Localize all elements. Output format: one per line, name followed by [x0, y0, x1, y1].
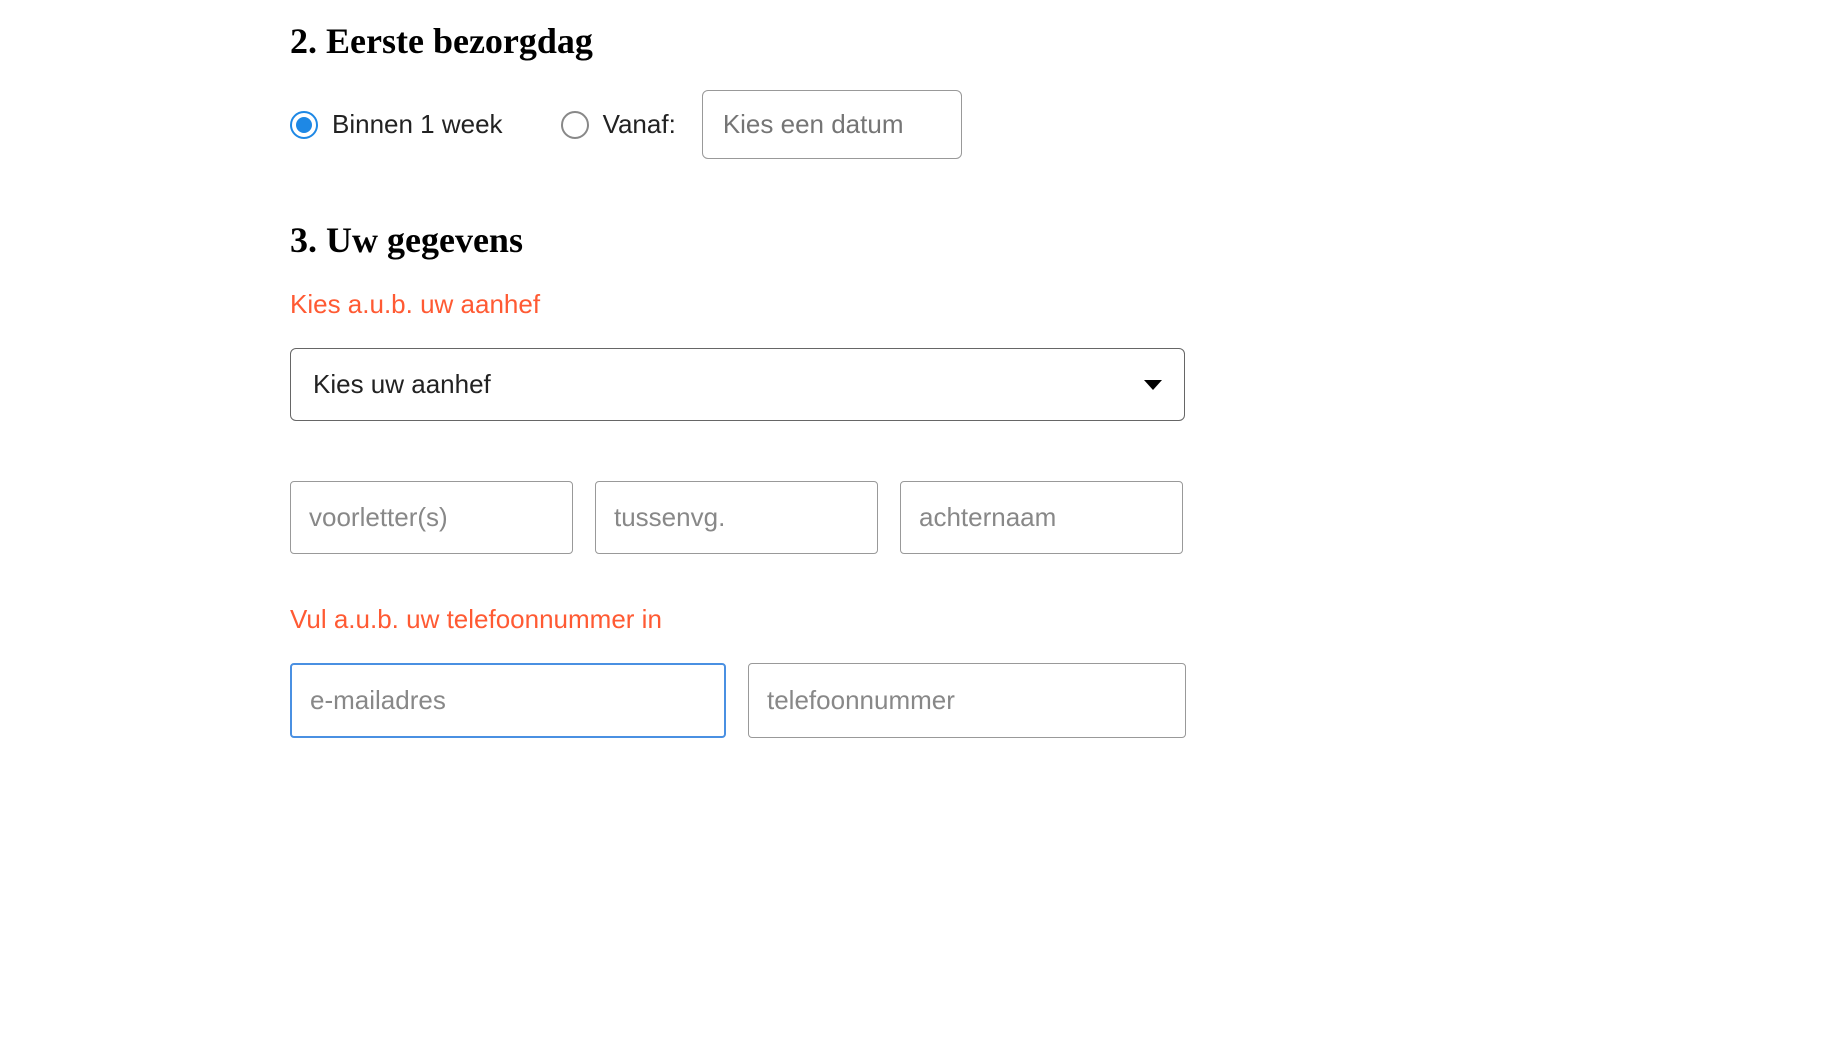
radio-label-within-1-week: Binnen 1 week	[332, 109, 503, 140]
email-input[interactable]	[290, 663, 726, 738]
date-picker-input[interactable]	[702, 90, 962, 159]
section-3-heading: 3. Uw gegevens	[290, 219, 1200, 261]
phone-input[interactable]	[748, 663, 1186, 738]
salutation-select-wrap: Kies uw aanhef	[290, 348, 1185, 421]
salutation-select-placeholder: Kies uw aanhef	[313, 369, 491, 400]
radio-circle-selected-icon	[290, 111, 318, 139]
lastname-input[interactable]	[900, 481, 1183, 554]
radio-from-date[interactable]: Vanaf:	[561, 109, 676, 140]
contact-fields-row	[290, 663, 1200, 738]
radio-circle-empty-icon	[561, 111, 589, 139]
error-phone: Vul a.u.b. uw telefoonnummer in	[290, 604, 1200, 635]
section-2-heading: 2. Eerste bezorgdag	[290, 20, 1200, 62]
error-salutation: Kies a.u.b. uw aanhef	[290, 289, 1200, 320]
radio-dot-icon	[296, 117, 312, 133]
middle-name-input[interactable]	[595, 481, 878, 554]
name-fields-row	[290, 481, 1200, 554]
radio-within-1-week[interactable]: Binnen 1 week	[290, 109, 503, 140]
radio-label-from: Vanaf:	[603, 109, 676, 140]
salutation-select[interactable]: Kies uw aanhef	[290, 348, 1185, 421]
form-container: 2. Eerste bezorgdag Binnen 1 week Vanaf:…	[0, 0, 1200, 738]
delivery-radio-group: Binnen 1 week Vanaf:	[290, 90, 1200, 159]
initials-input[interactable]	[290, 481, 573, 554]
caret-down-icon	[1144, 380, 1162, 390]
